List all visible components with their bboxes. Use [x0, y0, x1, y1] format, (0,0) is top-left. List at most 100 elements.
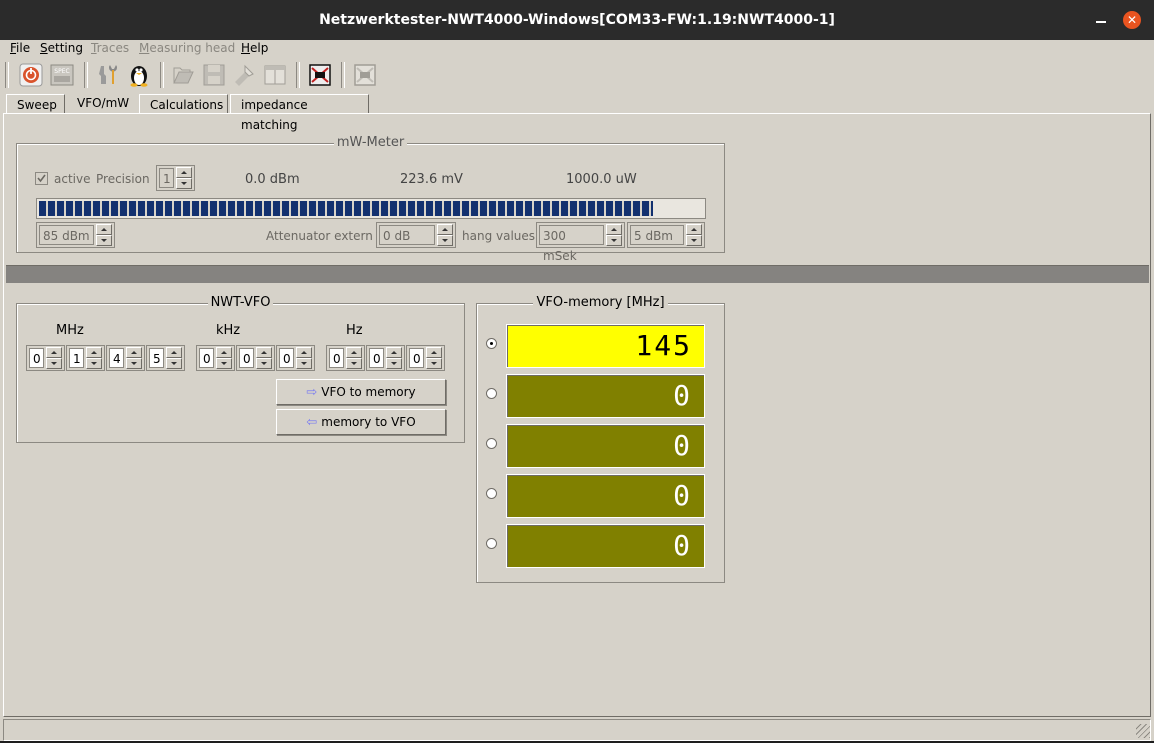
vfo-to-memory-button[interactable]: ⇨ VFO to memory	[276, 379, 446, 405]
spin-up-icon[interactable]	[296, 347, 312, 358]
toolbar-separator	[341, 62, 345, 88]
memory-slot-1-display[interactable]: 145	[506, 324, 705, 368]
memory-slot-1-radio[interactable]	[486, 338, 497, 349]
menu-bar: File Setting Traces Measuring head Help	[0, 40, 1154, 59]
memory-to-vfo-button[interactable]: ⇦ memory to VFO	[276, 409, 446, 435]
hang-db-value: 5 dBm	[630, 225, 684, 245]
spin-down-icon[interactable]	[386, 358, 402, 369]
digit-value: 4	[109, 348, 124, 368]
hang-time-spinner[interactable]: 300 mSek	[536, 222, 625, 263]
open-folder-icon[interactable]	[171, 62, 197, 88]
spin-down-icon[interactable]	[256, 358, 272, 369]
close-button[interactable]: ✕	[1123, 11, 1141, 29]
hang-time-value: 300 mSek	[539, 225, 604, 263]
memory-slot-4-display[interactable]: 0	[506, 474, 705, 518]
window-icon[interactable]	[262, 62, 288, 88]
digit-value: 0	[239, 348, 254, 368]
tab-calculations[interactable]: Calculations	[139, 94, 228, 114]
splitter-bar[interactable]	[6, 265, 1149, 283]
attenuator-value: 0 dB	[379, 225, 435, 245]
spin-down-icon[interactable]	[686, 235, 702, 246]
memory-slot-2-radio[interactable]	[486, 388, 497, 399]
hz-digit-2[interactable]: 0	[366, 345, 405, 371]
memory-slot-3-radio[interactable]	[486, 438, 497, 449]
spin-down-icon[interactable]	[216, 358, 232, 369]
arrow-left-icon: ⇦	[306, 415, 318, 430]
dbm-readout: 0.0 dBm	[245, 172, 300, 187]
spin-up-icon[interactable]	[426, 347, 442, 358]
resize-grip-icon[interactable]	[1136, 724, 1150, 738]
spin-up-icon[interactable]	[216, 347, 232, 358]
title-bar: Netzwerktester-NWT4000-Windows[COM33-FW:…	[0, 0, 1154, 40]
memory-slot-5-radio[interactable]	[486, 538, 497, 549]
spin-up-icon[interactable]	[86, 347, 102, 358]
trace-x1-disabled-icon[interactable]	[352, 62, 378, 88]
mhz-digit-1[interactable]: 0	[26, 345, 65, 371]
hang-db-spinner[interactable]: 5 dBm	[627, 222, 705, 248]
spin-down-icon[interactable]	[426, 358, 442, 369]
tab-sweep[interactable]: Sweep	[6, 94, 65, 114]
spin-up-icon[interactable]	[437, 224, 453, 235]
toolbar-separator	[84, 62, 88, 88]
app-window: Netzwerktester-NWT4000-Windows[COM33-FW:…	[0, 0, 1154, 743]
toolbar-separator	[160, 62, 164, 88]
spin-up-icon[interactable]	[176, 167, 192, 178]
spin-down-icon[interactable]	[346, 358, 362, 369]
spin-up-icon[interactable]	[96, 224, 112, 235]
khz-digit-1[interactable]: 0	[196, 345, 235, 371]
menu-traces[interactable]: Traces	[91, 41, 129, 55]
save-icon[interactable]	[201, 62, 227, 88]
attenuator-spinner[interactable]: 0 dB	[376, 222, 456, 248]
mhz-digit-3[interactable]: 4	[106, 345, 145, 371]
menu-file[interactable]: File	[10, 41, 30, 55]
spin-down-icon[interactable]	[96, 235, 112, 246]
toolbar-separator	[296, 62, 300, 88]
spin-down-icon[interactable]	[166, 358, 182, 369]
minimize-button[interactable]	[1092, 10, 1110, 28]
linux-tux-icon[interactable]	[126, 62, 152, 88]
trace-x1-icon[interactable]	[307, 62, 333, 88]
hz-digit-1[interactable]: 0	[326, 345, 365, 371]
checkmark-icon	[37, 174, 46, 183]
spin-up-icon[interactable]	[166, 347, 182, 358]
spin-down-icon[interactable]	[86, 358, 102, 369]
hz-digit-3[interactable]: 0	[406, 345, 445, 371]
memory-slot-3-display[interactable]: 0	[506, 424, 705, 468]
active-checkbox[interactable]	[35, 172, 48, 185]
toolbar-separator	[5, 62, 9, 88]
mhz-digit-2[interactable]: 1	[66, 345, 105, 371]
tab-impedance-matching[interactable]: impedance matching	[230, 94, 369, 132]
khz-digit-2[interactable]: 0	[236, 345, 275, 371]
spin-up-icon[interactable]	[256, 347, 272, 358]
spin-down-icon[interactable]	[437, 235, 453, 246]
power-icon[interactable]	[18, 62, 44, 88]
spin-up-icon[interactable]	[686, 224, 702, 235]
spin-down-icon[interactable]	[296, 358, 312, 369]
digit-value: 0	[199, 348, 214, 368]
tab-vfo-mw[interactable]: VFO/mW	[66, 92, 137, 114]
tools-icon[interactable]	[95, 62, 121, 88]
spin-up-icon[interactable]	[606, 224, 622, 235]
spin-up-icon[interactable]	[346, 347, 362, 358]
spin-down-icon[interactable]	[176, 178, 192, 189]
menu-setting[interactable]: Setting	[40, 41, 83, 55]
memory-slot-4-radio[interactable]	[486, 488, 497, 499]
spin-down-icon[interactable]	[126, 358, 142, 369]
write-icon[interactable]	[231, 62, 257, 88]
menu-help[interactable]: Help	[241, 41, 268, 55]
spin-up-icon[interactable]	[126, 347, 142, 358]
vfo-to-memory-label: VFO to memory	[321, 385, 416, 399]
precision-spinner[interactable]: 1	[156, 165, 195, 191]
range-spinner[interactable]: 85 dBm	[36, 222, 115, 248]
spin-up-icon[interactable]	[46, 347, 62, 358]
mhz-digit-4[interactable]: 5	[146, 345, 185, 371]
spin-down-icon[interactable]	[606, 235, 622, 246]
khz-digit-3[interactable]: 0	[276, 345, 315, 371]
spin-down-icon[interactable]	[46, 358, 62, 369]
spin-up-icon[interactable]	[386, 347, 402, 358]
mw-meter-title: mW-Meter	[333, 135, 408, 150]
memory-slot-2-display[interactable]: 0	[506, 374, 705, 418]
spec-icon[interactable]: SPEC	[49, 62, 75, 88]
memory-slot-5-display[interactable]: 0	[506, 524, 705, 568]
menu-measuring-head[interactable]: Measuring head	[139, 41, 235, 55]
